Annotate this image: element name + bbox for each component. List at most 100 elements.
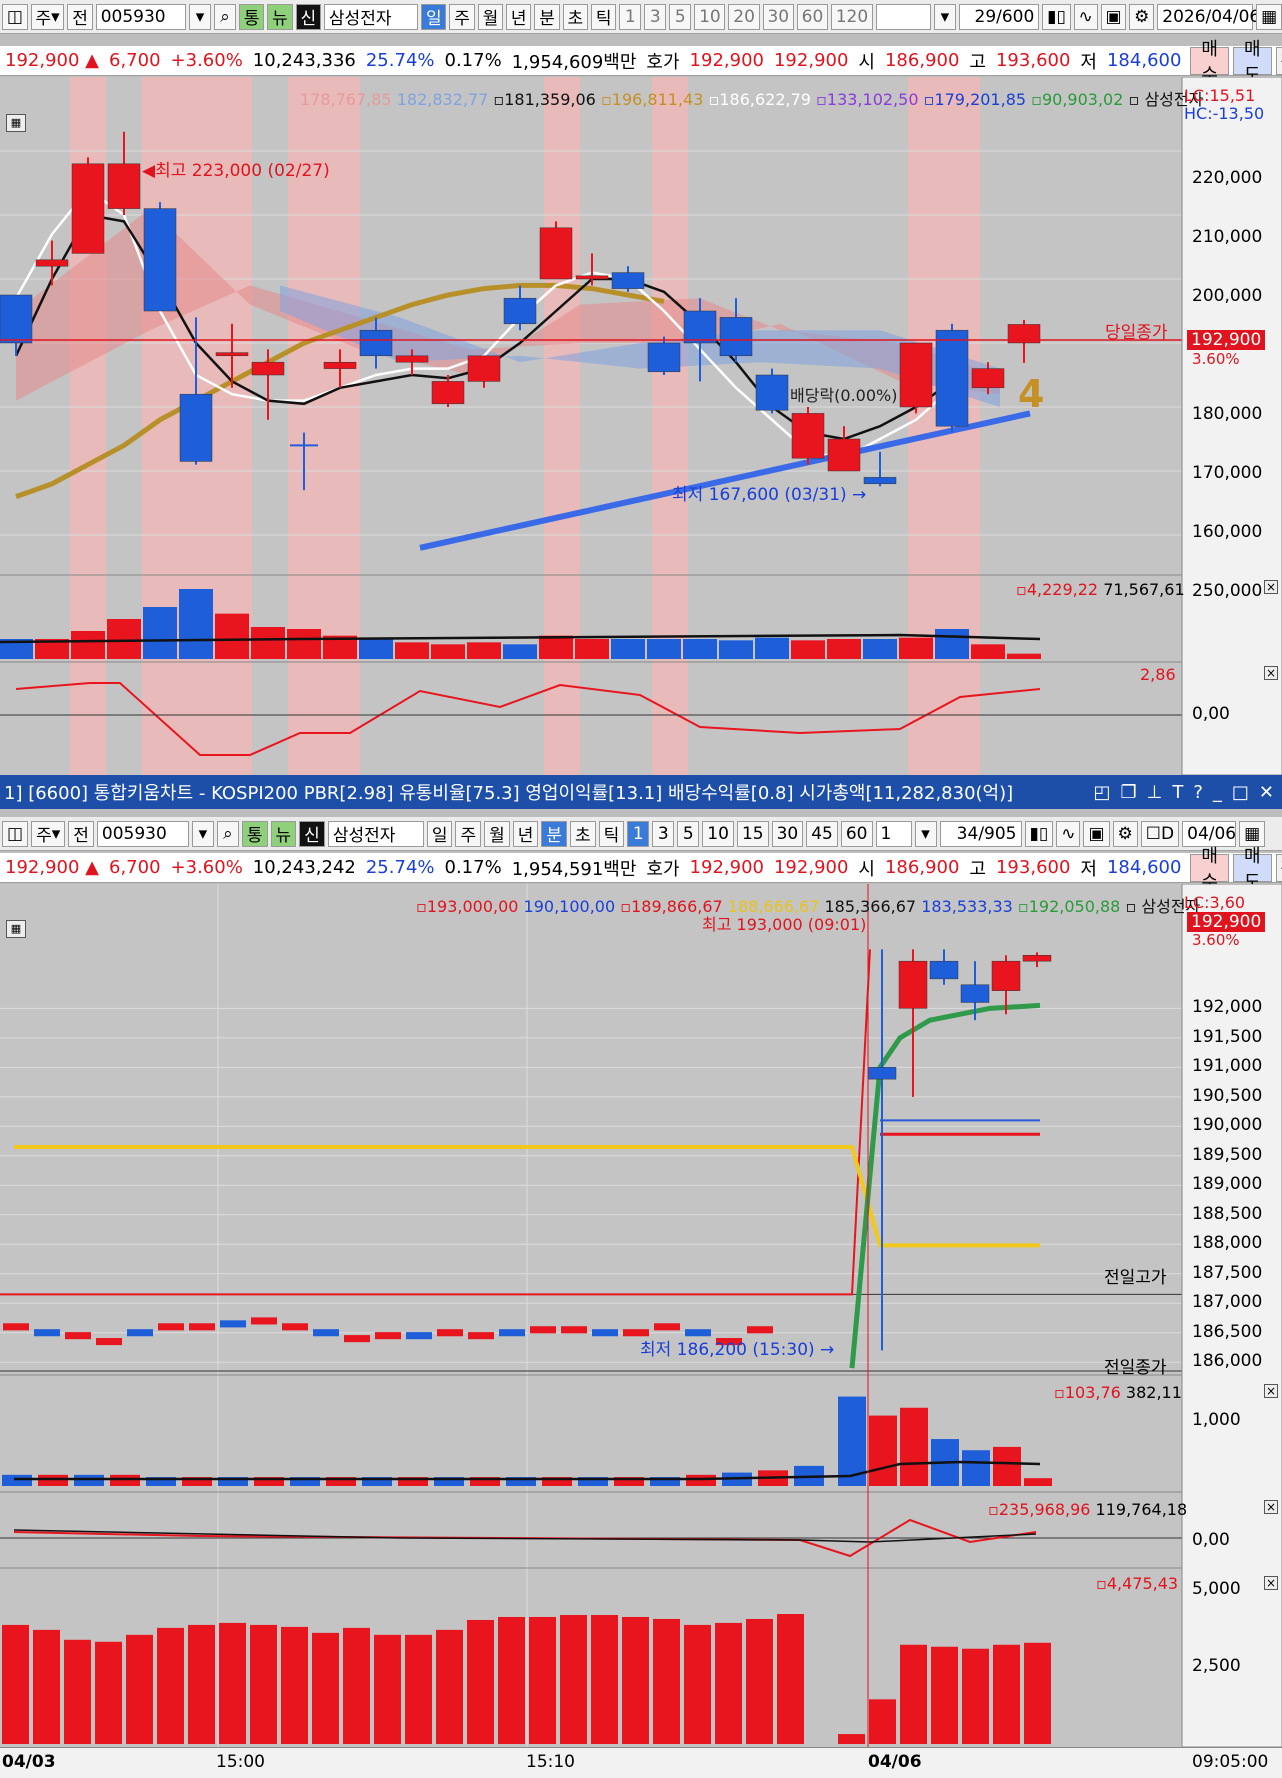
code-dropdown-icon[interactable]: ▾ bbox=[191, 820, 214, 847]
layout-icon[interactable]: ◰ bbox=[1093, 782, 1110, 803]
line-chart-icon[interactable]: ∿ bbox=[1056, 820, 1081, 847]
stock-code-input[interactable]: 005930 bbox=[96, 820, 189, 847]
eval-button[interactable]: 평 bbox=[1275, 46, 1282, 75]
count-input[interactable]: 29/600 bbox=[958, 3, 1040, 30]
help-icon[interactable]: ? bbox=[1193, 782, 1203, 803]
minute-chart-area[interactable] bbox=[0, 884, 1282, 1747]
sell-button[interactable]: 매도 bbox=[1232, 846, 1272, 893]
credit-badge[interactable]: 신 bbox=[299, 820, 325, 847]
pane-close-icon[interactable]: × bbox=[1264, 580, 1278, 594]
interval-20[interactable]: 20 bbox=[728, 3, 760, 30]
mode-button[interactable]: 전 bbox=[68, 820, 94, 847]
stock-name-field[interactable]: 삼성전자 bbox=[323, 3, 419, 30]
gear-icon[interactable]: ⚙ bbox=[1112, 820, 1138, 847]
indicator-bar bbox=[250, 1624, 277, 1744]
gear-icon[interactable]: ⚙ bbox=[1129, 3, 1155, 30]
grid-toggle-icon[interactable]: ▦ bbox=[6, 920, 26, 938]
candle-icon[interactable]: ▮▯ bbox=[1024, 820, 1054, 847]
interval-5[interactable]: 5 bbox=[677, 820, 700, 847]
d-checkbox[interactable]: ☐ D bbox=[1140, 820, 1180, 847]
mode-button[interactable]: 전 bbox=[67, 3, 93, 30]
grid-toggle-icon[interactable]: ▦ bbox=[6, 114, 26, 132]
period-second[interactable]: 초 bbox=[562, 3, 588, 30]
volume-bar bbox=[962, 1450, 990, 1486]
volume-legend-1: 4,229,22 bbox=[1026, 580, 1099, 599]
news-button-1[interactable]: 통 bbox=[238, 3, 265, 30]
interval-45[interactable]: 45 bbox=[806, 820, 838, 847]
volume-bar bbox=[899, 637, 933, 659]
interval-15[interactable]: 15 bbox=[736, 820, 769, 847]
copy-icon[interactable]: ❐ bbox=[1121, 782, 1137, 803]
interval-10[interactable]: 10 bbox=[694, 3, 726, 30]
period-month[interactable]: 월 bbox=[484, 820, 510, 847]
search-icon[interactable]: ⌕ bbox=[216, 820, 239, 847]
interval-input[interactable] bbox=[875, 3, 931, 30]
close-icon[interactable]: ✕ bbox=[1259, 782, 1274, 803]
interval-input[interactable]: 1 bbox=[875, 820, 912, 847]
period-minute[interactable]: 분 bbox=[534, 3, 560, 30]
pin-icon[interactable]: ⊥ bbox=[1147, 782, 1163, 803]
interval-30[interactable]: 30 bbox=[771, 820, 804, 847]
interval-60[interactable]: 60 bbox=[796, 3, 829, 30]
search-icon[interactable]: ⌕ bbox=[213, 3, 236, 30]
period-tick[interactable]: 틱 bbox=[598, 820, 625, 847]
eval-button[interactable]: 평 bbox=[1275, 853, 1282, 882]
credit-badge[interactable]: 신 bbox=[295, 3, 321, 30]
interval-1[interactable]: 1 bbox=[627, 820, 650, 847]
calendar-icon[interactable]: ▦ bbox=[1256, 3, 1282, 30]
interval-3[interactable]: 3 bbox=[644, 3, 667, 30]
indicator-bar bbox=[33, 1629, 60, 1744]
news-button-2[interactable]: 뉴 bbox=[270, 820, 297, 847]
period-tick[interactable]: 틱 bbox=[590, 3, 617, 30]
period-day[interactable]: 일 bbox=[426, 820, 453, 847]
stock-code-input[interactable]: 005930 bbox=[95, 3, 186, 30]
pane-close-icon[interactable]: × bbox=[1264, 666, 1278, 680]
news-button-2[interactable]: 뉴 bbox=[267, 3, 293, 30]
period-year[interactable]: 년 bbox=[506, 3, 532, 30]
code-dropdown-icon[interactable]: ▾ bbox=[188, 3, 211, 30]
sell-button[interactable]: 매도 bbox=[1232, 39, 1272, 86]
candle-body bbox=[143, 208, 177, 312]
date-input[interactable]: 2026/04/06 bbox=[1157, 3, 1260, 30]
interval-1[interactable]: 1 bbox=[619, 3, 642, 30]
interval-dropdown-icon[interactable]: ▾ bbox=[933, 3, 956, 30]
pane-close-icon[interactable]: × bbox=[1264, 1576, 1278, 1590]
stock-name-field[interactable]: 삼성전자 bbox=[327, 820, 424, 847]
type-select[interactable]: 주 ▾ bbox=[31, 820, 66, 847]
minute-candle bbox=[34, 1329, 60, 1337]
interval-3[interactable]: 3 bbox=[652, 820, 675, 847]
save-icon[interactable]: ▣ bbox=[1100, 3, 1127, 30]
buy-button[interactable]: 매수 bbox=[1190, 846, 1229, 893]
minimize-icon[interactable]: _ bbox=[1213, 782, 1222, 803]
interval-5[interactable]: 5 bbox=[669, 3, 692, 30]
period-week[interactable]: 주 bbox=[449, 3, 475, 30]
news-button-1[interactable]: 통 bbox=[241, 820, 268, 847]
chart-menu-icon[interactable]: ◫ bbox=[2, 3, 28, 30]
interval-60[interactable]: 60 bbox=[840, 820, 873, 847]
interval-10[interactable]: 10 bbox=[702, 820, 734, 847]
period-second[interactable]: 초 bbox=[570, 820, 596, 847]
pane-close-icon[interactable]: × bbox=[1264, 1500, 1278, 1514]
type-select[interactable]: 주 ▾ bbox=[30, 3, 65, 30]
lc-value: LC:15,51 bbox=[1184, 86, 1256, 105]
buy-button[interactable]: 매수 bbox=[1190, 39, 1229, 86]
chart-menu-icon[interactable]: ◫ bbox=[2, 820, 29, 847]
minute-candle bbox=[375, 1332, 401, 1340]
period-minute[interactable]: 분 bbox=[541, 820, 568, 847]
period-year[interactable]: 년 bbox=[512, 820, 539, 847]
interval-120[interactable]: 120 bbox=[831, 3, 873, 30]
daily-chart-area[interactable] bbox=[0, 77, 1282, 775]
count-input[interactable]: 34/905 bbox=[939, 820, 1022, 847]
maximize-icon[interactable]: □ bbox=[1232, 782, 1249, 803]
period-month[interactable]: 월 bbox=[477, 3, 504, 30]
interval-dropdown-icon[interactable]: ▾ bbox=[914, 820, 937, 847]
text-icon[interactable]: T bbox=[1172, 782, 1183, 803]
interval-30[interactable]: 30 bbox=[762, 3, 794, 30]
pane-close-icon[interactable]: × bbox=[1264, 1384, 1278, 1398]
period-day[interactable]: 일 bbox=[421, 3, 447, 30]
open-price: 186,900 bbox=[884, 50, 960, 71]
period-week[interactable]: 주 bbox=[455, 820, 482, 847]
candle-icon[interactable]: ▮▯ bbox=[1042, 3, 1071, 30]
save-icon[interactable]: ▣ bbox=[1083, 820, 1110, 847]
line-chart-icon[interactable]: ∿ bbox=[1073, 3, 1098, 30]
